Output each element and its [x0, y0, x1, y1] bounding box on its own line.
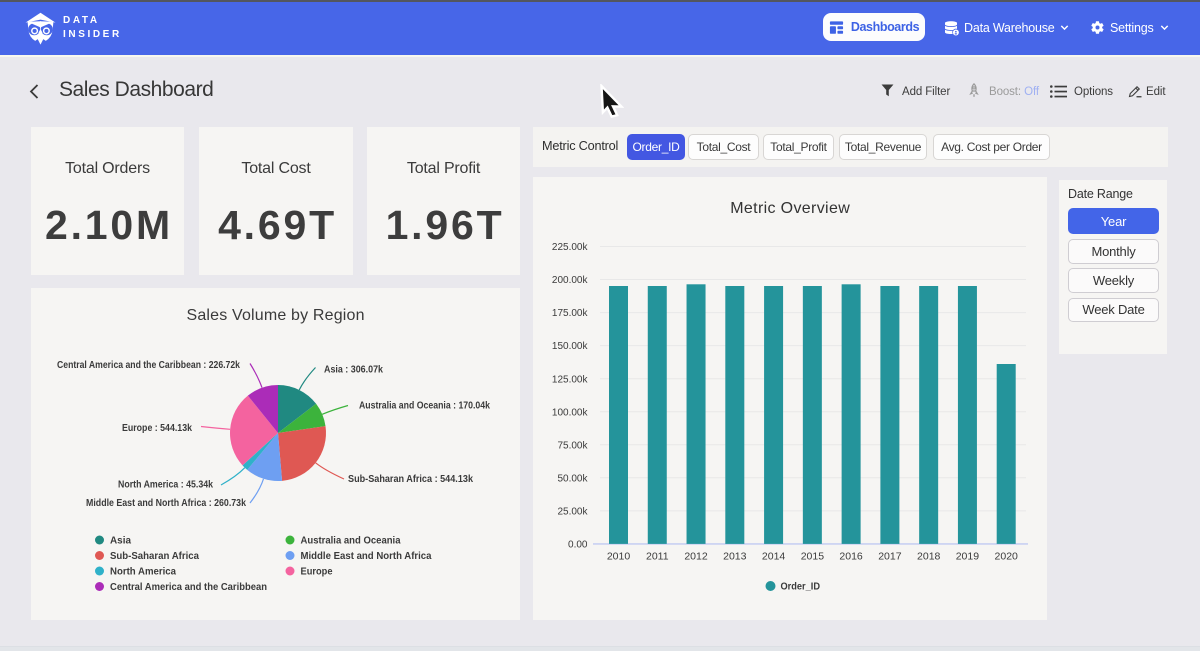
svg-text:Central America and the Caribb: Central America and the Caribbean : 226.…	[57, 360, 240, 371]
svg-text:2010: 2010	[607, 551, 631, 563]
svg-text:2017: 2017	[878, 551, 902, 563]
svg-text:2014: 2014	[762, 551, 786, 563]
svg-text:2019: 2019	[956, 551, 980, 563]
svg-text:150.00k: 150.00k	[552, 341, 589, 352]
svg-text:North America: North America	[110, 566, 176, 578]
svg-text:Australia and Oceania: Australia and Oceania	[301, 535, 401, 547]
svg-text:200.00k: 200.00k	[552, 275, 589, 286]
svg-text:Sub-Saharan Africa : 544.13k: Sub-Saharan Africa : 544.13k	[348, 474, 473, 485]
svg-text:2013: 2013	[723, 551, 747, 563]
svg-text:Middle East and North Africa :: Middle East and North Africa : 260.73k	[86, 498, 246, 509]
svg-text:2016: 2016	[839, 551, 863, 563]
svg-text:Central America and the Caribb: Central America and the Caribbean	[110, 581, 267, 593]
svg-text:Europe : 544.13k: Europe : 544.13k	[122, 423, 192, 434]
svg-text:North America : 45.34k: North America : 45.34k	[118, 480, 213, 491]
svg-text:Europe: Europe	[301, 566, 333, 578]
svg-text:25.00k: 25.00k	[557, 507, 588, 518]
svg-text:225.00k: 225.00k	[552, 242, 589, 253]
svg-text:2020: 2020	[995, 551, 1019, 563]
svg-text:Middle East and North Africa: Middle East and North Africa	[301, 550, 432, 562]
svg-text:50.00k: 50.00k	[557, 473, 588, 484]
svg-text:2012: 2012	[684, 551, 708, 563]
svg-text:Sales Volume by Region: Sales Volume by Region	[187, 307, 365, 324]
svg-text:75.00k: 75.00k	[557, 440, 588, 451]
svg-text:Australia and Oceania : 170.04: Australia and Oceania : 170.04k	[359, 401, 490, 412]
svg-text:Order_ID: Order_ID	[781, 581, 821, 593]
svg-text:2015: 2015	[801, 551, 825, 563]
svg-text:Sub-Saharan Africa: Sub-Saharan Africa	[110, 550, 199, 562]
svg-text:Asia: Asia	[110, 535, 131, 547]
svg-text:Asia : 306.07k: Asia : 306.07k	[324, 365, 383, 376]
svg-text:2018: 2018	[917, 551, 941, 563]
svg-text:175.00k: 175.00k	[552, 308, 589, 319]
svg-text:0.00: 0.00	[568, 540, 588, 551]
svg-text:100.00k: 100.00k	[552, 407, 589, 418]
svg-text:Metric Overview: Metric Overview	[730, 200, 850, 217]
svg-text:125.00k: 125.00k	[552, 374, 589, 385]
svg-text:2011: 2011	[646, 551, 669, 563]
